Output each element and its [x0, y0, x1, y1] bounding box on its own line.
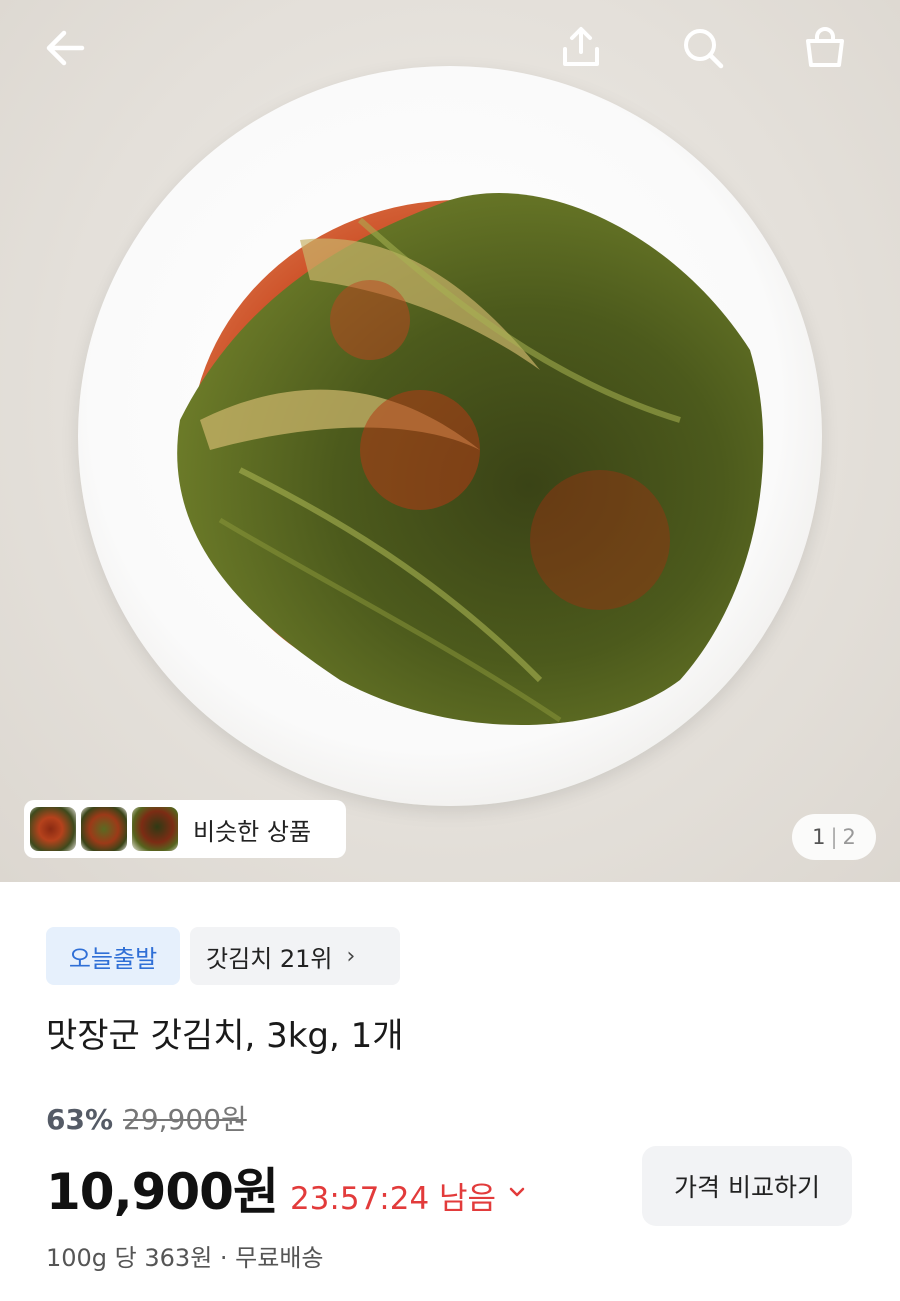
discount-rate: 63%: [46, 1103, 114, 1136]
price-row: 10,900원 23:57:24 남음: [46, 1152, 526, 1224]
original-price: 29,900원: [123, 1103, 247, 1136]
top-navigation-bar: [0, 0, 900, 100]
pager-total: 2: [842, 825, 856, 849]
product-title: 맛장군 갓김치, 3kg, 1개: [46, 1016, 404, 1056]
image-pager: 1 | 2: [792, 814, 876, 860]
similar-products-button[interactable]: 비슷한 상품: [24, 800, 346, 858]
pager-separator: |: [830, 825, 838, 849]
today-departure-badge: 오늘출발: [46, 927, 180, 985]
category-rank-link[interactable]: 갓김치 21위 ›: [190, 927, 400, 985]
share-icon[interactable]: [551, 18, 611, 78]
discount-row: 63% 29,900원: [46, 1098, 247, 1138]
product-image-gallery[interactable]: 비슷한 상품 1 | 2: [0, 0, 900, 882]
similar-thumbnail: [30, 807, 76, 851]
kimchi-image: [177, 193, 764, 725]
price-compare-button[interactable]: 가격 비교하기: [642, 1146, 852, 1226]
search-icon[interactable]: [673, 18, 733, 78]
unit-price-shipping: 100g 당 363원 · 무료배송: [46, 1244, 324, 1272]
chevron-right-icon: ›: [346, 943, 356, 969]
sale-price: 10,900원: [46, 1163, 279, 1221]
similar-products-label: 비슷한 상품: [193, 817, 312, 846]
chevron-down-icon[interactable]: [508, 1183, 526, 1201]
shopping-bag-icon[interactable]: [795, 18, 855, 78]
sale-timer[interactable]: 23:57:24 남음: [290, 1173, 496, 1218]
pager-current: 1: [812, 825, 826, 849]
similar-thumbnail: [132, 807, 178, 851]
category-rank-label: 갓김치 21위: [206, 944, 333, 973]
similar-thumbnail: [81, 807, 127, 851]
arrow-left-icon[interactable]: [36, 18, 96, 78]
